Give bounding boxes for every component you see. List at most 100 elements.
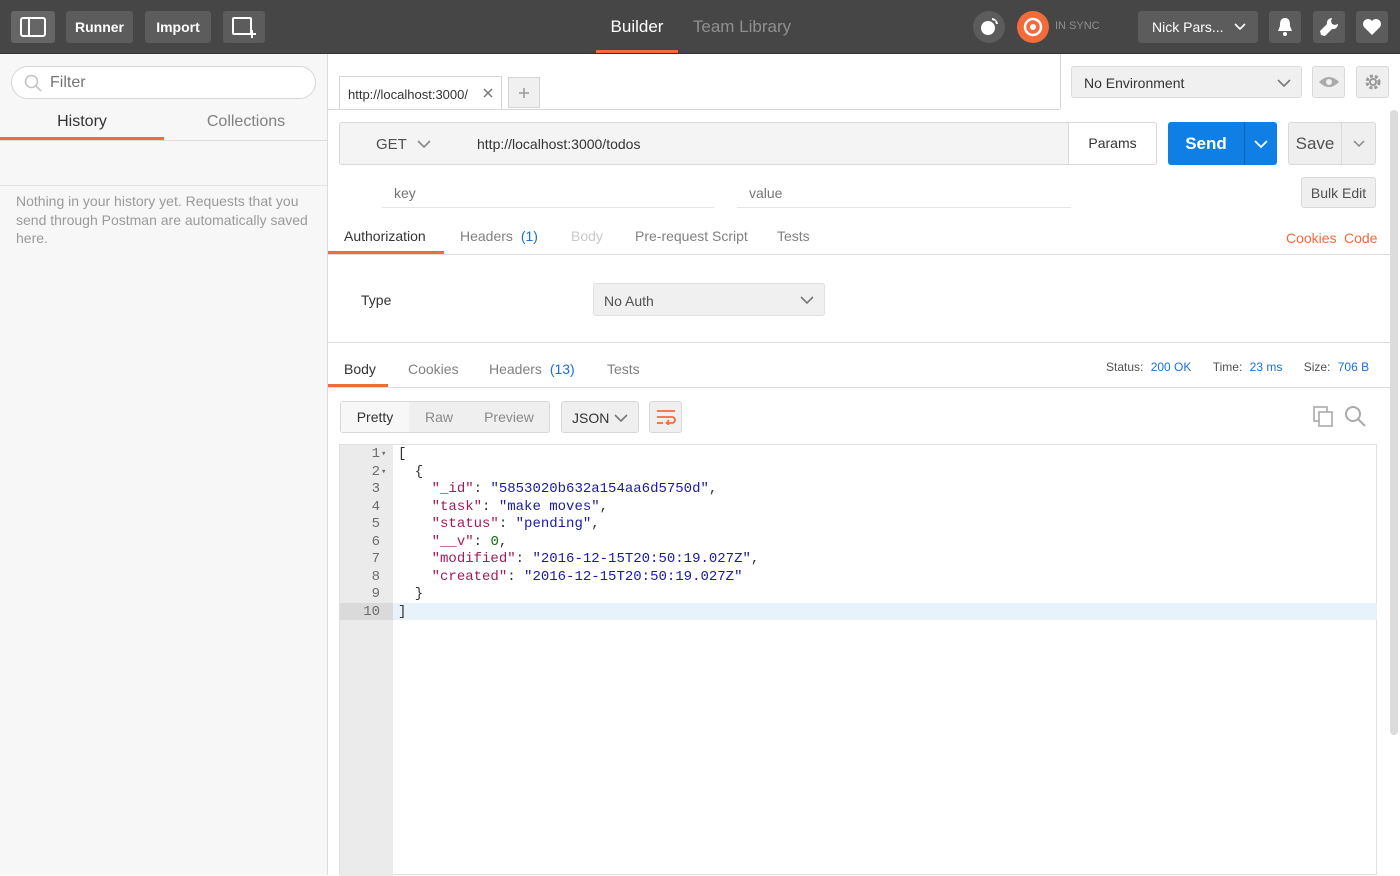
- time-value: 23 ms: [1249, 360, 1283, 374]
- close-icon[interactable]: [483, 88, 493, 98]
- headers-count: (1): [520, 228, 538, 244]
- save-button[interactable]: Save: [1288, 122, 1342, 165]
- eye-icon: [1318, 77, 1339, 87]
- view-mode-raw[interactable]: Raw: [409, 402, 469, 432]
- param-key-input[interactable]: [382, 178, 714, 208]
- environment-selected: No Environment: [1084, 75, 1185, 91]
- runner-button[interactable]: Runner: [66, 11, 133, 43]
- sidebar-tab-collections[interactable]: Collections: [164, 108, 328, 141]
- sidebar-toggle-button[interactable]: [11, 11, 55, 43]
- response-tab-cookies[interactable]: Cookies: [408, 361, 459, 377]
- code-text: ]: [398, 604, 406, 622]
- code-line: 9 }: [340, 586, 1377, 604]
- url-input[interactable]: [466, 122, 1069, 165]
- history-empty-message: Nothing in your history yet. Requests th…: [16, 193, 308, 246]
- new-request-tab-button[interactable]: [508, 77, 540, 108]
- code-text: "_id": "5853020b632a154aa6d5750d",: [398, 481, 718, 499]
- manage-environments-button[interactable]: [1356, 66, 1389, 98]
- tab-pre-request-script[interactable]: Pre-request Script: [635, 228, 748, 244]
- search-icon: [1345, 406, 1366, 427]
- line-number: 3: [371, 481, 380, 497]
- environment-quick-look-button[interactable]: [1312, 66, 1345, 98]
- tab-headers-label: Headers: [460, 228, 513, 244]
- cookies-link[interactable]: Cookies: [1286, 230, 1337, 246]
- code-line: 4 "task": "make moves",: [340, 499, 1377, 517]
- view-mode-pretty[interactable]: Pretty: [341, 402, 409, 432]
- method-select[interactable]: GET: [339, 122, 467, 165]
- main-scrollbar[interactable]: [1390, 110, 1398, 735]
- tab-team-library[interactable]: Team Library: [690, 0, 794, 54]
- new-tab-button[interactable]: [223, 11, 265, 43]
- environment-select[interactable]: No Environment: [1071, 66, 1302, 98]
- settings-button[interactable]: [1313, 11, 1345, 43]
- tab-headers[interactable]: Headers (1): [460, 228, 538, 244]
- code-text: "__v": 0,: [398, 533, 508, 552]
- param-value-input[interactable]: [737, 178, 1071, 208]
- format-value: JSON: [572, 410, 610, 426]
- sync-icon: [1023, 17, 1043, 37]
- tab-body[interactable]: Body: [571, 228, 603, 244]
- line-number: 1: [371, 446, 380, 462]
- notifications-button[interactable]: [1269, 11, 1301, 43]
- params-button[interactable]: Params: [1068, 122, 1157, 165]
- code-token: "2016-12-15T20:50:19.027Z": [524, 568, 743, 585]
- response-tab-headers-label: Headers: [489, 361, 542, 377]
- fold-arrow-icon[interactable]: ▾: [381, 464, 386, 482]
- save-options-button[interactable]: [1341, 122, 1376, 165]
- view-mode-preview[interactable]: Preview: [471, 402, 547, 432]
- request-tab[interactable]: http://localhost:3000/: [339, 76, 502, 109]
- tab-tests[interactable]: Tests: [777, 228, 810, 244]
- import-button[interactable]: Import: [145, 11, 211, 43]
- chevron-down-icon: [1277, 79, 1291, 88]
- user-menu-button[interactable]: Nick Pars...: [1138, 11, 1258, 43]
- sync-status-button[interactable]: [1017, 11, 1049, 43]
- tab-authorization[interactable]: Authorization: [344, 228, 426, 244]
- response-meta: Status: 200 OK Time: 23 ms Size: 706 B: [1106, 360, 1369, 374]
- bulk-edit-button[interactable]: Bulk Edit: [1301, 177, 1376, 208]
- chevron-down-icon: [1234, 23, 1246, 31]
- favorites-button[interactable]: [1356, 11, 1388, 43]
- plus-icon: [519, 87, 529, 98]
- send-options-button[interactable]: [1244, 122, 1277, 165]
- copy-response-button[interactable]: [1312, 405, 1334, 430]
- wrap-lines-button[interactable]: [649, 401, 682, 433]
- interceptor-button[interactable]: [973, 11, 1005, 43]
- code-token: ]: [398, 603, 407, 620]
- response-tab-tests[interactable]: Tests: [607, 361, 640, 377]
- tab-team-library-label: Team Library: [692, 17, 792, 36]
- code-line: 10]: [340, 604, 1377, 622]
- code-token: "pending": [515, 516, 592, 532]
- tab-builder[interactable]: Builder: [596, 0, 678, 54]
- wrap-lines-icon: [656, 410, 676, 425]
- response-editor[interactable]: 1 ▾ [2 ▾ {3 "_id": "5853020b632a154aa6d5750…: [339, 444, 1377, 876]
- chevron-down-icon: [417, 140, 431, 149]
- send-button[interactable]: Send: [1168, 122, 1244, 165]
- fold-arrow-icon[interactable]: ▾: [381, 446, 386, 464]
- format-select[interactable]: JSON: [561, 401, 639, 433]
- code-token: "status": [431, 516, 499, 532]
- code-line: 2 ▾ {: [340, 464, 1377, 482]
- code-token: ,: [708, 481, 718, 497]
- search-response-button[interactable]: [1344, 405, 1366, 430]
- filter-input-wrapper[interactable]: [11, 66, 316, 99]
- code-link[interactable]: Code: [1344, 230, 1377, 246]
- code-token: ,: [498, 533, 508, 550]
- code-token: "created": [431, 568, 508, 585]
- filter-input[interactable]: [50, 72, 300, 94]
- auth-type-select[interactable]: No Auth: [593, 283, 825, 316]
- code-token: ,: [599, 498, 609, 515]
- code-token: "task": [431, 498, 483, 515]
- code-token: :: [498, 516, 516, 532]
- response-tab-body[interactable]: Body: [344, 361, 376, 377]
- bell-icon: [1278, 18, 1292, 36]
- code-token: ,: [750, 551, 760, 567]
- code-line: 1 ▾ [: [340, 446, 1377, 464]
- size-label: Size:: [1303, 360, 1331, 374]
- auth-type-label: Type: [361, 292, 392, 308]
- status-value: 200 OK: [1150, 360, 1192, 374]
- response-tab-headers[interactable]: Headers (13): [489, 361, 575, 377]
